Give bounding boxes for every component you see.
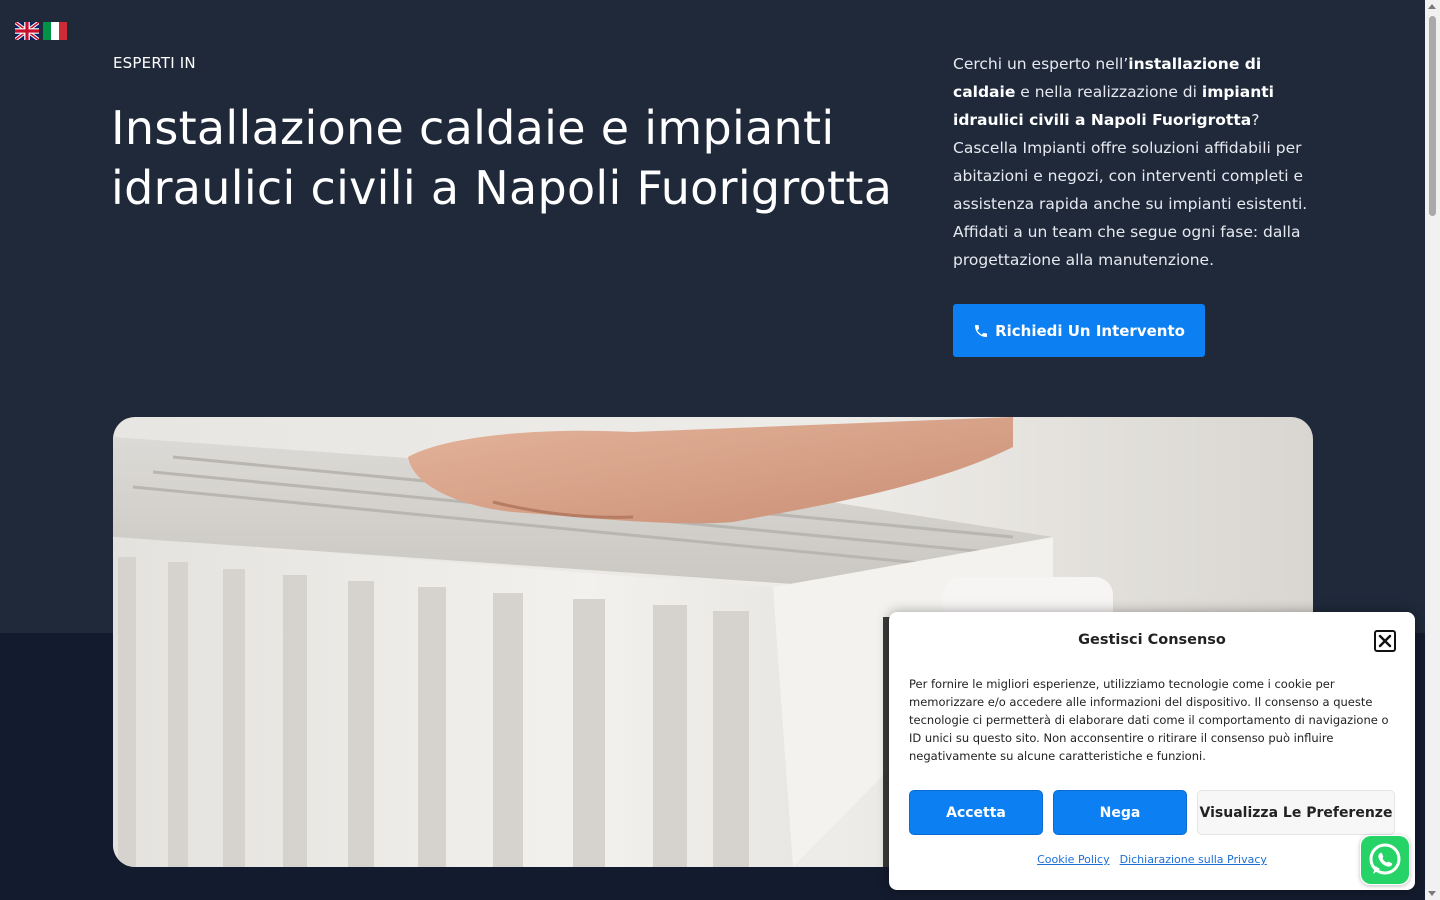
- intro-text-3: ? Cascella Impianti offre soluzioni affi…: [953, 111, 1308, 269]
- language-switcher: [15, 22, 67, 40]
- intro-text-1: Cerchi un esperto nell’: [953, 55, 1129, 73]
- request-intervention-button[interactable]: Richiedi Un Intervento: [953, 304, 1205, 357]
- cookie-text: Per fornire le migliori esperienze, util…: [909, 677, 1389, 763]
- cta-label: Richiedi Un Intervento: [995, 321, 1185, 340]
- hero-eyebrow: ESPERTI IN: [113, 54, 196, 72]
- privacy-statement-link[interactable]: Dichiarazione sulla Privacy: [1120, 853, 1267, 866]
- cookie-title: Gestisci Consenso: [1078, 632, 1226, 648]
- cookie-consent-dialog: Gestisci Consenso Per fornire le miglior…: [889, 612, 1415, 890]
- italy-flag-icon[interactable]: [43, 22, 67, 40]
- page-scrollbar[interactable]: [1425, 0, 1440, 900]
- scroll-down-icon[interactable]: [1428, 891, 1436, 896]
- accept-button[interactable]: Accetta: [909, 790, 1043, 835]
- whatsapp-button[interactable]: [1360, 835, 1410, 885]
- deny-button[interactable]: Nega: [1053, 790, 1187, 835]
- intro-text-2: e nella realizzazione di: [1015, 83, 1202, 101]
- scroll-thumb[interactable]: [1429, 16, 1436, 216]
- scroll-up-icon[interactable]: [1428, 4, 1436, 9]
- cookie-links: Cookie Policy Dichiarazione sulla Privac…: [889, 853, 1415, 866]
- uk-flag-icon[interactable]: [15, 22, 39, 40]
- whatsapp-icon: [1361, 836, 1409, 884]
- hero-title: Installazione caldaie e impianti idrauli…: [111, 101, 893, 215]
- close-icon[interactable]: [1374, 630, 1396, 652]
- view-preferences-button[interactable]: Visualizza Le Preferenze: [1197, 790, 1395, 835]
- phone-icon: [975, 324, 988, 337]
- hero-intro: Cerchi un esperto nell’installazione di …: [953, 50, 1323, 274]
- cookie-policy-link[interactable]: Cookie Policy: [1037, 853, 1109, 866]
